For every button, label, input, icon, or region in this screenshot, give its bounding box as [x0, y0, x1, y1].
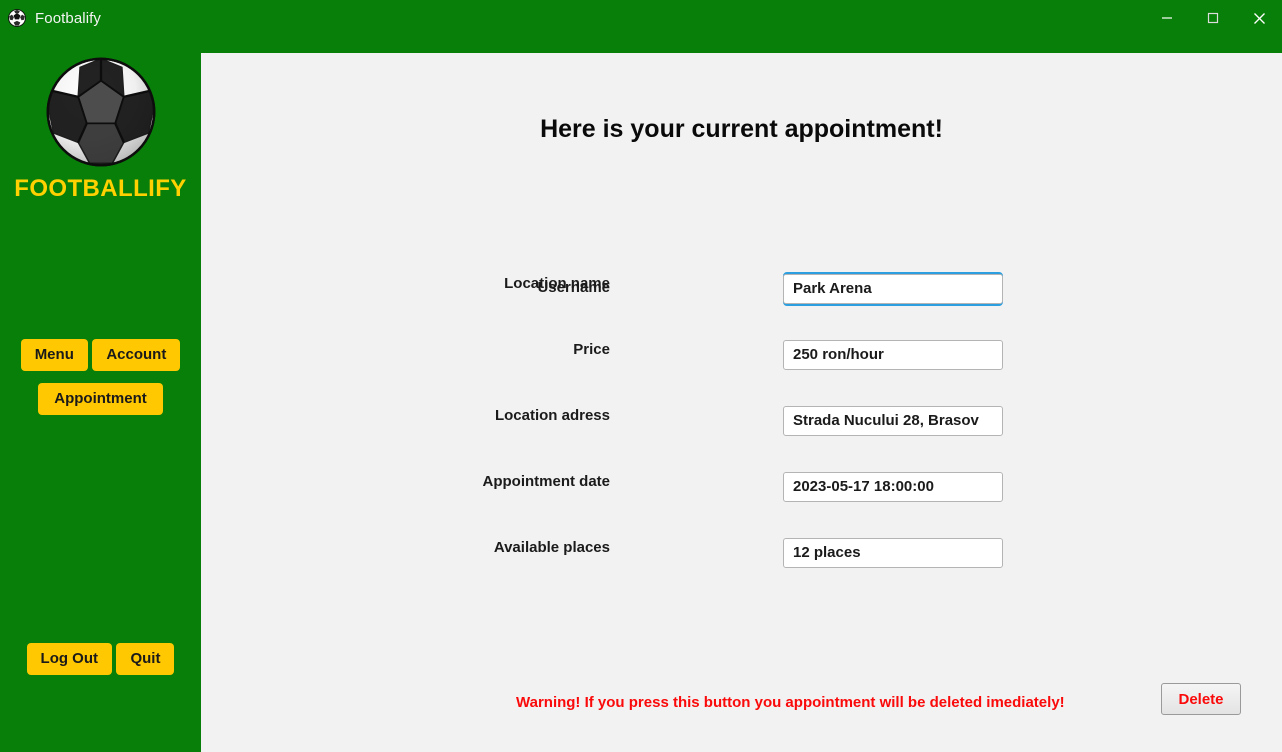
location-adress-input[interactable]: Strada Nucului 28, Brasov — [783, 406, 1003, 436]
form-row-location-adress: Location adress Strada Nucului 28, Braso… — [201, 406, 1282, 472]
minimize-icon — [1162, 17, 1172, 19]
footer-bar: Warning! If you press this button you ap… — [201, 683, 1282, 743]
appointment-date-label: Appointment date — [482, 473, 611, 490]
form-row-price: Price 250 ron/hour — [201, 340, 1282, 406]
window-title: Footbalify — [35, 9, 102, 27]
appointment-form: Username user Location name Park Arena P… — [201, 208, 1282, 604]
form-row-location-name: Location name Park Arena — [201, 274, 1282, 340]
delete-button[interactable]: Delete — [1161, 683, 1241, 715]
form-row-username: Username user — [201, 208, 1282, 306]
location-adress-label: Location adress — [494, 407, 610, 424]
quit-button[interactable]: Quit — [116, 643, 175, 675]
title-bar: Footbalify — [0, 0, 1282, 36]
price-label: Price — [573, 341, 610, 358]
appointment-date-input[interactable]: 2023-05-17 18:00:00 — [783, 472, 1003, 502]
available-places-input[interactable]: 12 places — [783, 538, 1003, 568]
location-name-label: Location name — [504, 275, 610, 292]
delete-warning-text: Warning! If you press this button you ap… — [516, 694, 1065, 711]
maximize-button[interactable] — [1190, 0, 1236, 36]
price-input[interactable]: 250 ron/hour — [783, 340, 1003, 370]
app-window: Footbalify FOOTBALLIFY Menu Account Appo… — [0, 0, 1282, 752]
soccer-ball-icon — [8, 9, 26, 27]
available-places-label: Available places — [493, 539, 610, 556]
brand-block: FOOTBALLIFY — [0, 55, 201, 203]
log-out-button[interactable]: Log Out — [26, 643, 113, 675]
sidebar-nav-primary: Menu Account Appointment — [0, 339, 201, 427]
sidebar: FOOTBALLIFY Menu Account Appointment Log… — [0, 36, 201, 752]
sidebar-nav-bottom: Log Out Quit — [0, 643, 201, 687]
location-name-input[interactable]: Park Arena — [783, 274, 1003, 304]
main-content: Here is your current appointment! Userna… — [201, 53, 1282, 752]
brand-name: FOOTBALLIFY — [14, 175, 187, 202]
sidebar-item-account[interactable]: Account — [92, 339, 181, 371]
form-row-available-places: Available places 12 places — [201, 538, 1282, 604]
sidebar-item-menu[interactable]: Menu — [20, 339, 88, 371]
maximize-icon — [1207, 12, 1219, 24]
minimize-button[interactable] — [1144, 0, 1190, 36]
soccer-ball-logo — [46, 57, 155, 167]
sidebar-item-appointment[interactable]: Appointment — [38, 383, 163, 415]
close-button[interactable] — [1236, 0, 1282, 36]
form-row-appointment-date: Appointment date 2023-05-17 18:00:00 — [201, 472, 1282, 538]
page-title: Here is your current appointment! — [540, 115, 943, 143]
close-icon — [1253, 12, 1265, 24]
